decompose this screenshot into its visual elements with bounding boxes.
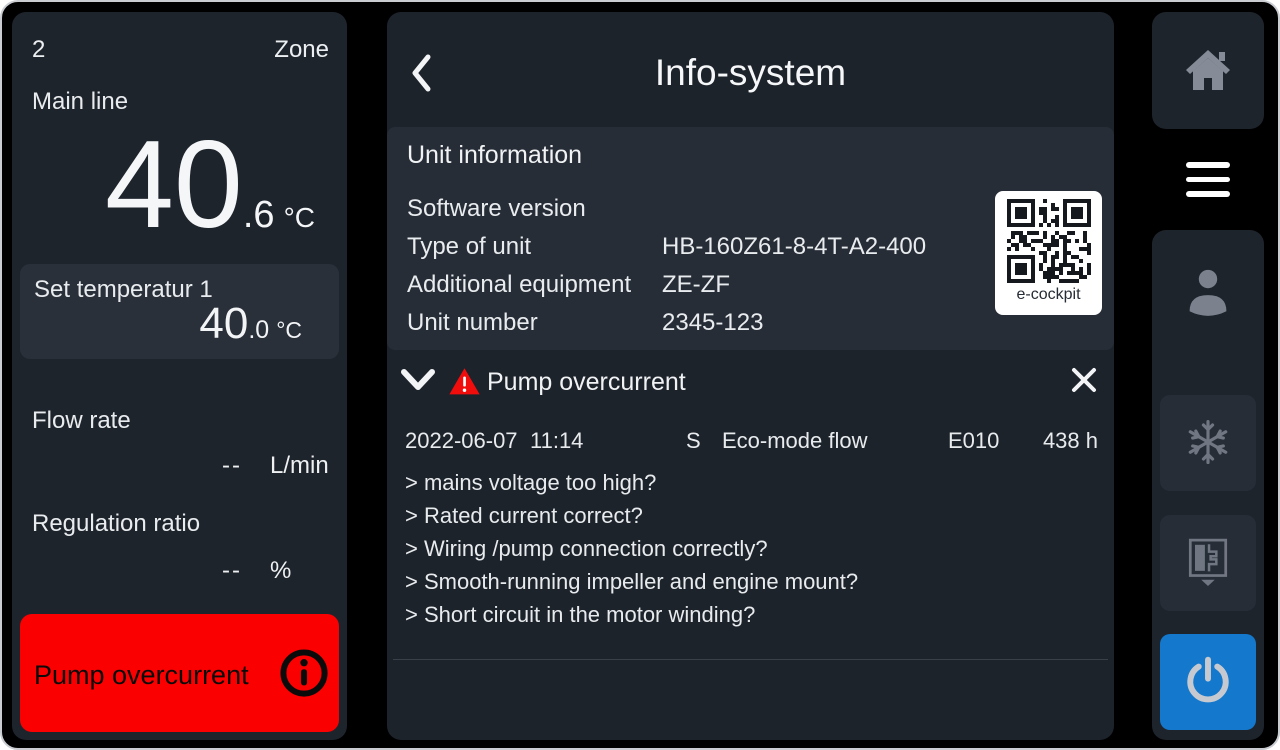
regulation-ratio-label: Regulation ratio xyxy=(32,510,200,538)
close-icon xyxy=(1070,366,1098,397)
user-icon xyxy=(1185,265,1231,326)
alarm-check-item: > Rated current correct? xyxy=(405,499,858,532)
unit-information-section: Unit information Software version Type o… xyxy=(387,127,1114,350)
alarm-date: 2022-06-07 xyxy=(405,428,530,454)
alarm-operating-hours: 438 h xyxy=(1042,428,1098,454)
main-line-temperature: 40 .6 °C xyxy=(12,120,315,250)
unit-info-row: Additional equipment ZE-ZF xyxy=(407,271,1094,303)
main-line-unit: °C xyxy=(284,202,315,234)
alarm-code: E010 xyxy=(948,428,1042,454)
e-cockpit-qr: e-cockpit xyxy=(995,191,1102,315)
set-temperature-field[interactable]: Set temperatur 1 40 .0 °C xyxy=(20,264,339,359)
cooling-button[interactable] xyxy=(1160,395,1256,491)
type-of-unit-label: Type of unit xyxy=(407,233,531,261)
warning-icon xyxy=(448,366,481,402)
mold-icon xyxy=(1186,537,1230,590)
pump-overcurrent-alert-button[interactable]: Pump overcurrent xyxy=(20,614,339,732)
software-version-label: Software version xyxy=(407,195,586,223)
power-icon xyxy=(1182,655,1234,710)
sidebar-item-home[interactable] xyxy=(1152,12,1264,129)
set-temp-int: 40 xyxy=(199,299,248,349)
unit-information-heading: Unit information xyxy=(407,141,582,170)
alert-label: Pump overcurrent xyxy=(34,660,249,691)
info-icon xyxy=(278,647,330,702)
power-button[interactable] xyxy=(1160,634,1256,730)
set-temperature-value: 40 .0 °C xyxy=(199,299,302,349)
set-temp-unit: °C xyxy=(276,317,302,344)
alarm-source: Eco-mode flow xyxy=(722,428,948,454)
sidebar-item-user[interactable] xyxy=(1152,260,1264,330)
type-of-unit-value: HB-160Z61-8-4T-A2-400 xyxy=(662,233,926,261)
home-icon xyxy=(1183,46,1233,95)
zone-label: Zone xyxy=(274,36,329,64)
unit-info-row: Type of unit HB-160Z61-8-4T-A2-400 xyxy=(407,233,1094,265)
zone-header: 2 Zone xyxy=(32,36,329,64)
sidebar xyxy=(1152,12,1264,740)
alarm-check-item: > Smooth-running impeller and engine mou… xyxy=(405,565,858,598)
zone-number: 2 xyxy=(32,36,45,64)
regulation-ratio-row: -- % xyxy=(12,557,347,587)
alarm-header: Pump overcurrent xyxy=(387,362,1114,406)
unit-info-row: Software version xyxy=(407,195,1094,227)
regulation-ratio-value: -- xyxy=(132,557,242,585)
alarm-detail-row: 2022-06-07 11:14 S Eco-mode flow E010 43… xyxy=(405,428,1098,454)
alarm-check-item: > mains voltage too high? xyxy=(405,466,858,499)
regulation-ratio-unit: % xyxy=(270,557,291,585)
unit-info-row: Unit number 2345-123 xyxy=(407,309,1094,341)
collapse-alarm-button[interactable] xyxy=(400,368,436,395)
page-title: Info-system xyxy=(387,52,1114,94)
additional-equipment-label: Additional equipment xyxy=(407,271,631,299)
flow-rate-unit: L/min xyxy=(270,452,329,480)
unit-number-value: 2345-123 xyxy=(662,309,763,337)
main-line-label: Main line xyxy=(32,88,128,116)
snowflake-icon xyxy=(1183,417,1233,470)
alarm-check-item: > Short circuit in the motor winding? xyxy=(405,598,858,631)
qr-label: e-cockpit xyxy=(995,286,1102,304)
unit-number-label: Unit number xyxy=(407,309,538,337)
alarm-time: 11:14 xyxy=(530,428,686,454)
qr-code-image xyxy=(1007,199,1091,283)
flow-rate-label: Flow rate xyxy=(32,407,131,435)
flow-rate-value: -- xyxy=(132,452,242,480)
main-line-value-dec: .6 xyxy=(243,194,275,237)
menu-icon xyxy=(1186,162,1230,197)
chevron-down-icon xyxy=(400,368,436,395)
main-line-value-int: 40 xyxy=(105,120,243,250)
set-temp-dec: .0 xyxy=(248,316,269,345)
sidebar-group xyxy=(1152,230,1264,740)
alarm-check-list: > mains voltage too high? > Rated curren… xyxy=(405,466,858,631)
mold-button[interactable] xyxy=(1160,515,1256,611)
alarm-title: Pump overcurrent xyxy=(487,368,686,397)
flow-rate-row: -- L/min xyxy=(12,452,347,482)
alarm-check-item: > Wiring /pump connection correctly? xyxy=(405,532,858,565)
close-alarm-button[interactable] xyxy=(1070,366,1098,397)
alarm-state: S xyxy=(686,428,722,454)
info-system-panel: Info-system Unit information Software ve… xyxy=(387,12,1114,740)
device-screen: 2 Zone Main line 40 .6 °C Set temperatur… xyxy=(0,0,1280,750)
zone-panel: 2 Zone Main line 40 .6 °C Set temperatur… xyxy=(12,12,347,740)
sidebar-item-menu-active[interactable] xyxy=(1152,132,1264,227)
separator xyxy=(393,659,1108,660)
set-temperature-label: Set temperatur 1 xyxy=(34,276,213,304)
additional-equipment-value: ZE-ZF xyxy=(662,271,730,299)
